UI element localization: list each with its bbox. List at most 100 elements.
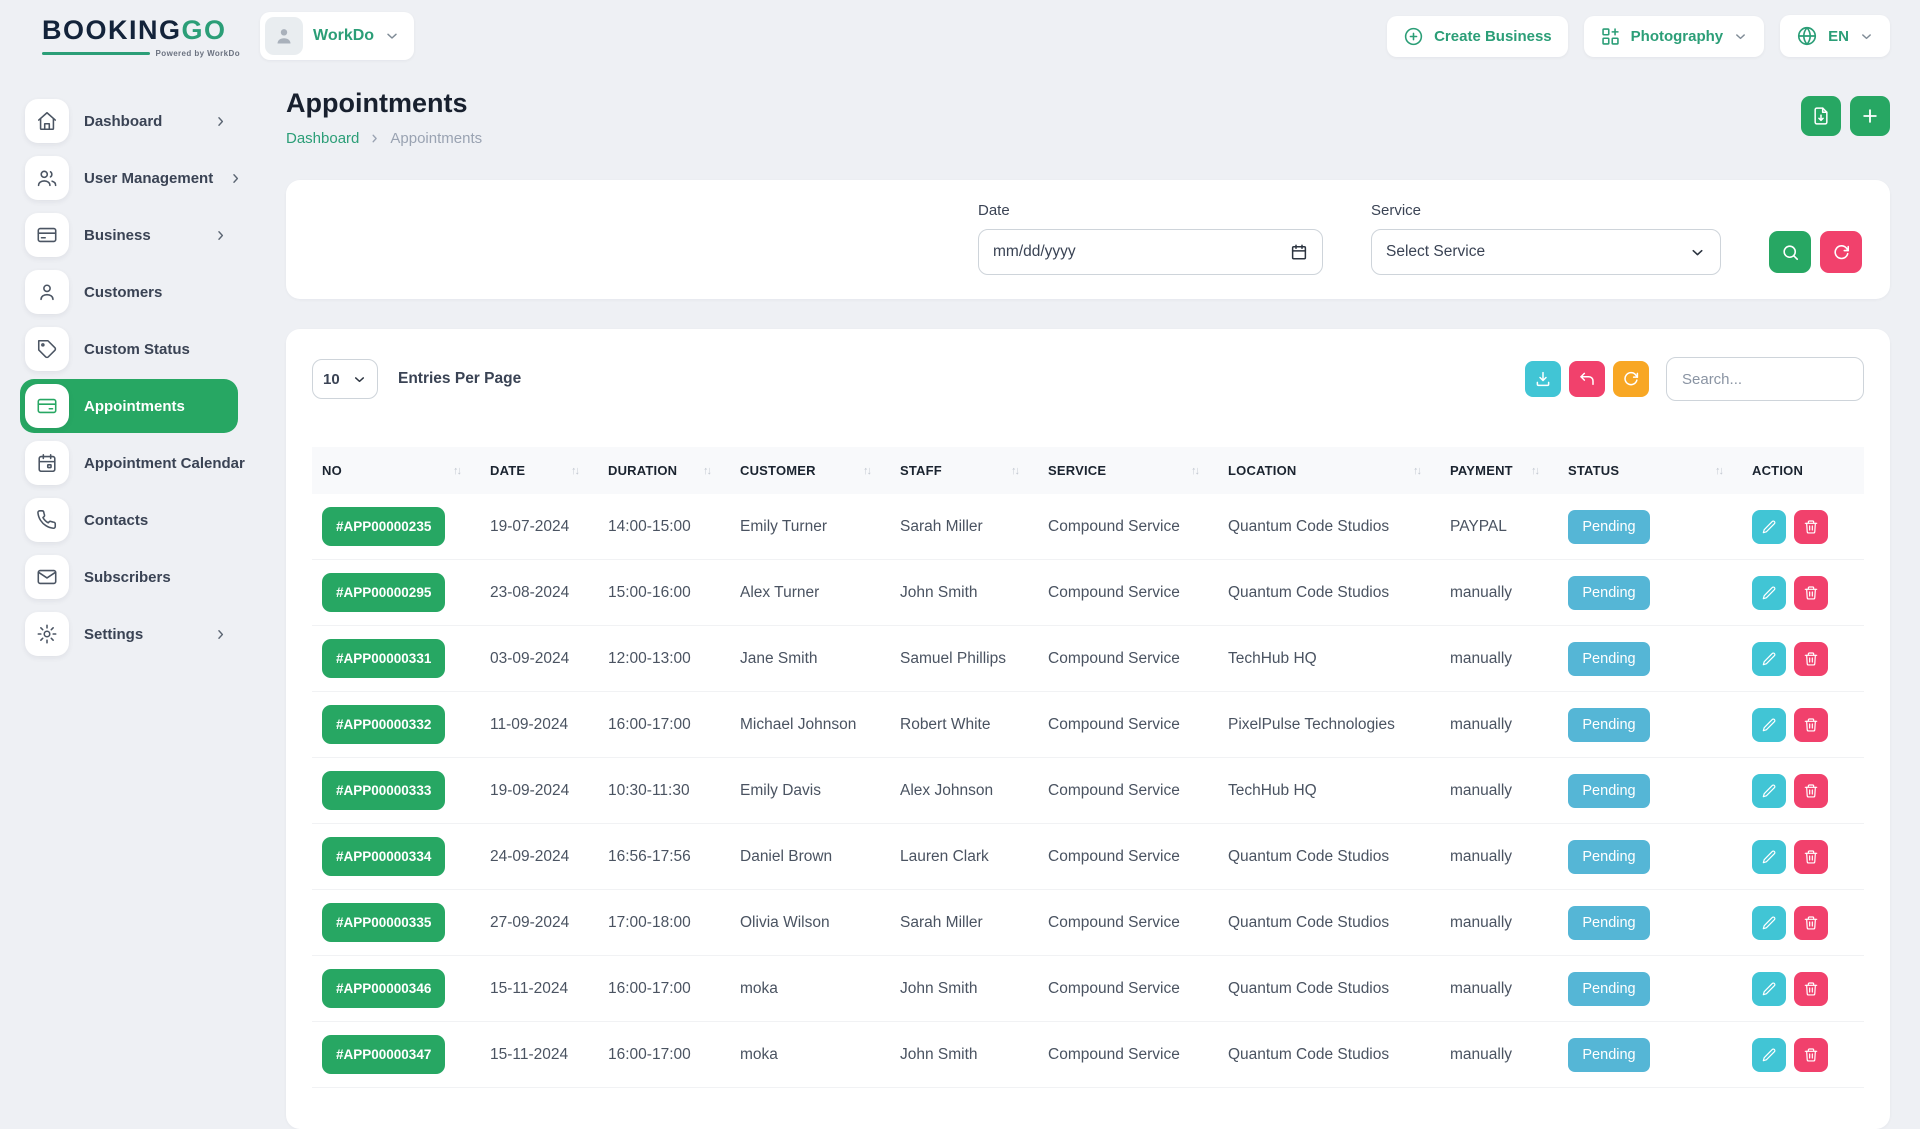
pencil-icon	[1761, 519, 1777, 535]
delete-button[interactable]	[1794, 1038, 1828, 1072]
column-header-status[interactable]: STATUS↑↓	[1558, 447, 1742, 494]
cell-payment: manually	[1440, 692, 1558, 758]
appointment-no-badge[interactable]: #APP00000331	[322, 639, 445, 678]
sort-icon: ↑↓	[1011, 465, 1028, 477]
sidebar-item-business[interactable]: Business	[20, 208, 238, 262]
column-header-date[interactable]: DATE↑↓	[480, 447, 598, 494]
appointment-no-badge[interactable]: #APP00000335	[322, 903, 445, 942]
export-button[interactable]	[1801, 96, 1841, 136]
filter-search-button[interactable]	[1769, 231, 1811, 273]
appointment-no-badge[interactable]: #APP00000347	[322, 1035, 445, 1074]
chevron-down-icon	[384, 28, 400, 44]
sidebar-item-dashboard[interactable]: Dashboard	[20, 94, 238, 148]
entries-per-page-select[interactable]: 10	[312, 359, 378, 399]
appointment-no-badge[interactable]: #APP00000334	[322, 837, 445, 876]
column-header-payment[interactable]: PAYMENT↑↓	[1440, 447, 1558, 494]
cell-date: 27-09-2024	[480, 890, 598, 956]
edit-button[interactable]	[1752, 576, 1786, 610]
business-type-dropdown[interactable]: Photography	[1584, 16, 1765, 57]
table-row: #APP00000347 15-11-2024 16:00-17:00 moka…	[312, 1022, 1864, 1088]
delete-button[interactable]	[1794, 774, 1828, 808]
sidebar-item-user-management[interactable]: User Management	[20, 151, 238, 205]
language-dropdown[interactable]: EN	[1780, 15, 1890, 57]
search-icon	[1781, 243, 1800, 262]
edit-button[interactable]	[1752, 906, 1786, 940]
table-row: #APP00000335 27-09-2024 17:00-18:00 Oliv…	[312, 890, 1864, 956]
delete-button[interactable]	[1794, 906, 1828, 940]
service-select[interactable]: Select Service	[1371, 229, 1721, 275]
trash-icon	[1803, 519, 1819, 535]
filter-reset-button[interactable]	[1820, 231, 1862, 273]
status-badge: Pending	[1568, 840, 1650, 874]
appointment-no-badge[interactable]: #APP00000235	[322, 507, 445, 546]
edit-button[interactable]	[1752, 972, 1786, 1006]
delete-button[interactable]	[1794, 510, 1828, 544]
cell-service: Compound Service	[1038, 824, 1218, 890]
column-header-location[interactable]: LOCATION↑↓	[1218, 447, 1440, 494]
row-actions	[1752, 1038, 1854, 1072]
delete-button[interactable]	[1794, 642, 1828, 676]
status-badge: Pending	[1568, 642, 1650, 676]
cell-date: 24-09-2024	[480, 824, 598, 890]
sort-icon: ↑↓	[1531, 465, 1548, 477]
delete-button[interactable]	[1794, 708, 1828, 742]
appointment-no-badge[interactable]: #APP00000333	[322, 771, 445, 810]
column-header-no[interactable]: NO↑↓	[312, 447, 480, 494]
breadcrumb-dashboard-link[interactable]: Dashboard	[286, 130, 359, 147]
calendar-icon[interactable]	[1290, 243, 1308, 261]
cell-location: PixelPulse Technologies	[1218, 692, 1440, 758]
users-icon	[25, 156, 69, 200]
column-header-service[interactable]: SERVICE↑↓	[1038, 447, 1218, 494]
appointment-no-badge[interactable]: #APP00000332	[322, 705, 445, 744]
status-badge: Pending	[1568, 906, 1650, 940]
delete-button[interactable]	[1794, 840, 1828, 874]
sidebar-item-settings[interactable]: Settings	[20, 607, 238, 661]
appointment-no-badge[interactable]: #APP00000295	[322, 573, 445, 612]
undo-button[interactable]	[1569, 361, 1605, 397]
date-input[interactable]: mm/dd/yyyy	[978, 229, 1323, 275]
column-header-duration[interactable]: DURATION↑↓	[598, 447, 730, 494]
sidebar-item-customers[interactable]: Customers	[20, 265, 238, 319]
column-header-staff[interactable]: STAFF↑↓	[890, 447, 1038, 494]
date-label: Date	[978, 202, 1323, 219]
column-header-customer[interactable]: CUSTOMER↑↓	[730, 447, 890, 494]
edit-button[interactable]	[1752, 510, 1786, 544]
workspace-switcher[interactable]: WorkDo	[260, 12, 414, 60]
add-appointment-button[interactable]	[1850, 96, 1890, 136]
table-search-input[interactable]	[1666, 357, 1864, 401]
create-business-button[interactable]: Create Business	[1387, 16, 1568, 57]
cell-location: TechHub HQ	[1218, 758, 1440, 824]
cell-date: 15-11-2024	[480, 1022, 598, 1088]
sidebar-item-custom-status[interactable]: Custom Status	[20, 322, 238, 376]
sidebar-item-appointment-calendar[interactable]: Appointment Calendar	[20, 436, 238, 490]
sidebar-item-appointments[interactable]: Appointments	[20, 379, 238, 433]
chevron-down-icon	[1733, 29, 1748, 44]
home-icon	[25, 99, 69, 143]
delete-button[interactable]	[1794, 576, 1828, 610]
edit-button[interactable]	[1752, 1038, 1786, 1072]
sidebar-item-contacts[interactable]: Contacts	[20, 493, 238, 547]
brand-name: BOOKINGGO	[42, 15, 240, 46]
download-button[interactable]	[1525, 361, 1561, 397]
breadcrumb: Dashboard Appointments	[286, 130, 482, 147]
edit-button[interactable]	[1752, 708, 1786, 742]
appointment-no-badge[interactable]: #APP00000346	[322, 969, 445, 1008]
sidebar-item-label: Contacts	[84, 512, 228, 529]
refresh-button[interactable]	[1613, 361, 1649, 397]
cell-customer: Emily Davis	[730, 758, 890, 824]
edit-button[interactable]	[1752, 840, 1786, 874]
trash-icon	[1803, 1047, 1819, 1063]
cell-duration: 15:00-16:00	[598, 560, 730, 626]
edit-button[interactable]	[1752, 774, 1786, 808]
chevron-down-icon	[1689, 244, 1706, 261]
column-label: SERVICE	[1048, 463, 1106, 478]
delete-button[interactable]	[1794, 972, 1828, 1006]
cell-duration: 10:30-11:30	[598, 758, 730, 824]
cell-payment: manually	[1440, 560, 1558, 626]
brand-logo[interactable]: BOOKINGGO Powered by WorkDo	[42, 15, 240, 58]
cell-payment: manually	[1440, 626, 1558, 692]
sidebar-item-subscribers[interactable]: Subscribers	[20, 550, 238, 604]
edit-button[interactable]	[1752, 642, 1786, 676]
sidebar-item-label: Appointments	[84, 398, 228, 415]
trash-icon	[1803, 717, 1819, 733]
